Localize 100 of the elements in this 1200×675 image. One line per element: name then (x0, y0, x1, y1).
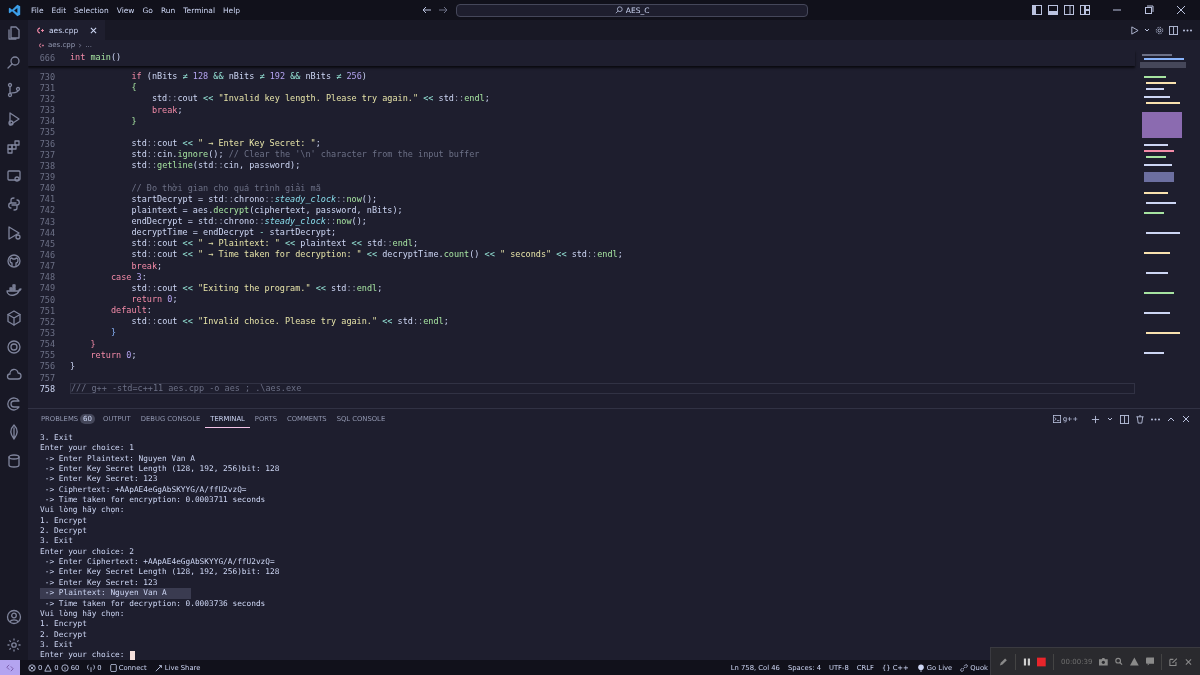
split-terminal-icon[interactable] (1120, 414, 1129, 424)
chevron-down-icon[interactable] (1107, 416, 1113, 422)
close-icon[interactable] (1182, 415, 1190, 423)
line-number: 738 (38, 160, 56, 171)
line-number: 737 (38, 149, 56, 160)
code-line: } (109, 327, 118, 339)
search-icon[interactable] (6, 53, 22, 70)
code-line: break; (150, 104, 184, 116)
code-line: // Đo thời gian cho quá trình giải mã (130, 182, 322, 194)
line-number: 749 (38, 283, 56, 294)
code-line: { (130, 82, 138, 94)
line-number: 746 (38, 249, 56, 260)
line-number: 732 (38, 94, 56, 104)
line-number: 666 (38, 53, 56, 63)
code-line: return 0; (130, 293, 179, 306)
link-icon (960, 663, 969, 672)
error-icon (28, 663, 36, 672)
database-icon[interactable] (6, 452, 22, 469)
triangle-icon[interactable] (1130, 657, 1139, 666)
toggle-sidebar-icon[interactable] (1032, 5, 1042, 15)
search-icon[interactable] (1115, 657, 1124, 666)
close-icon[interactable] (1176, 5, 1186, 15)
live-share-icon (154, 663, 163, 672)
chevron-down-icon[interactable] (1144, 27, 1150, 33)
run-icon[interactable] (1130, 25, 1139, 35)
remote-icon (6, 663, 14, 672)
cube-icon[interactable] (6, 310, 22, 326)
cpp-file-icon (38, 42, 45, 48)
line-number: 748 (38, 272, 56, 283)
whale-icon[interactable] (6, 281, 22, 298)
antenna-icon (87, 663, 96, 672)
line-number: 745 (38, 238, 56, 249)
camera-icon[interactable] (1099, 657, 1109, 666)
database-icon (109, 663, 117, 672)
code-line: case 3: (109, 271, 148, 283)
target-icon[interactable] (6, 338, 22, 355)
edit-icon[interactable] (1169, 656, 1179, 667)
code-line: } (89, 338, 97, 350)
trash-icon[interactable] (1136, 414, 1144, 424)
line-number: 743 (38, 216, 56, 227)
forward-arrow-icon[interactable] (438, 5, 449, 15)
layout-icon[interactable] (1080, 5, 1090, 15)
run-debug-icon[interactable] (6, 110, 22, 127)
toggle-panel-icon[interactable] (1048, 5, 1058, 15)
toggle-secondary-sidebar-icon[interactable] (1064, 5, 1074, 15)
terminal-icon (1052, 415, 1061, 423)
line-number: 735 (38, 127, 56, 138)
settings-icon[interactable] (6, 637, 22, 653)
code-line: int main() (70, 52, 123, 64)
line-number: 754 (38, 339, 56, 350)
app-logo-icon (8, 3, 21, 17)
broadcast-icon (916, 663, 925, 672)
line-number: 736 (38, 138, 56, 149)
code-line: std::cout << "Invalid key length. Please try again." << std::endl; (150, 93, 491, 105)
files-icon[interactable] (6, 25, 22, 41)
split-editor-icon[interactable] (1169, 25, 1178, 35)
extensions-icon[interactable] (6, 139, 22, 155)
line-number: 755 (38, 350, 56, 361)
chevron-right-icon (78, 42, 83, 48)
line-number: 757 (38, 372, 56, 383)
code-line: std::getline(std::cin, password); (130, 160, 302, 172)
stop-icon[interactable] (1037, 656, 1047, 667)
line-number: 758 (38, 383, 56, 394)
pen-icon[interactable] (999, 656, 1008, 667)
line-number: 731 (38, 82, 56, 93)
plus-icon[interactable] (1091, 414, 1100, 424)
code-line: } (130, 115, 138, 127)
line-number: 741 (38, 194, 56, 205)
note-icon[interactable] (1145, 657, 1155, 666)
line-number: 750 (38, 294, 56, 305)
settings-icon[interactable] (1155, 25, 1164, 35)
line-number: 752 (38, 316, 56, 327)
pause-icon[interactable] (1022, 656, 1031, 667)
code-line: std::cout << "Invalid choice. Please try again." << std::endl; (130, 316, 450, 328)
swirl-icon[interactable] (6, 395, 22, 412)
line-number: 744 (38, 227, 56, 238)
code-line: std::cout << " → Plaintext: " << plaintext << std::endl; (130, 238, 420, 250)
warning-icon (44, 663, 53, 672)
account-icon[interactable] (6, 608, 22, 625)
code-line: std::cout << "Exiting the program." << std::endl; (130, 282, 384, 294)
cloud-icon[interactable] (6, 367, 22, 383)
sticky-scroll-header[interactable]: 666 int main() (28, 50, 1135, 66)
code-line: plaintext = aes.decrypt(ciphertext, password, nBits); (130, 204, 404, 216)
code-line: return 0; (89, 349, 138, 361)
line-number: 747 (38, 261, 56, 272)
line-number: 753 (38, 327, 56, 338)
restore-icon[interactable] (1144, 5, 1154, 15)
more-actions-icon[interactable] (1151, 417, 1160, 421)
line-number: 739 (38, 171, 56, 182)
back-arrow-icon[interactable] (422, 5, 433, 15)
source-control-icon[interactable] (6, 82, 22, 98)
more-actions-icon[interactable] (1183, 28, 1192, 32)
monitor-icon[interactable] (6, 167, 22, 184)
line-number: 733 (38, 105, 56, 116)
code-line: endDecrypt = std::chrono::steady_clock::now(); (130, 215, 368, 228)
code-line: std::cout << " → Time taken for decryption: " << decryptTime.count() << " seconds" << std::endl; (130, 249, 624, 261)
code-line: std::cin.ignore(); // Clear the '\n' character from the input buffer (130, 149, 481, 161)
chevron-up-icon[interactable] (1167, 416, 1175, 422)
code-line: break; (130, 260, 164, 272)
code-line: } (70, 360, 77, 372)
